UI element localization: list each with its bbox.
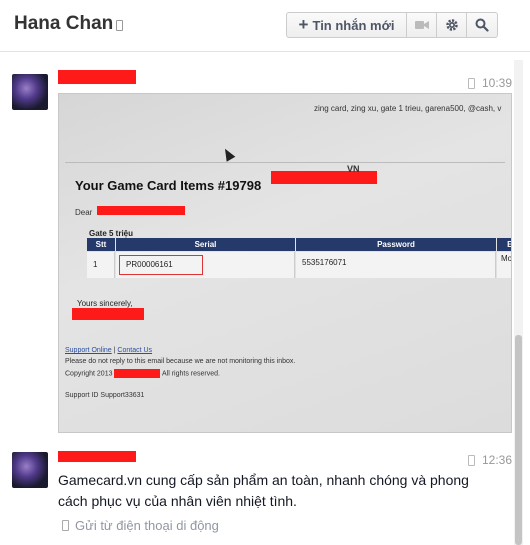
gear-icon: [445, 19, 458, 31]
scrollbar-thumb[interactable]: [515, 335, 522, 545]
mobile-phone-icon: [116, 20, 123, 31]
table-header-cell: Serial: [116, 238, 295, 251]
sent-from-mobile: Gửi từ điện thoại di động: [62, 518, 219, 533]
rights-text: All rights reserved.: [162, 370, 220, 378]
copyright-text: Copyright 2013: [65, 370, 113, 378]
avatar[interactable]: [12, 452, 48, 488]
photo-notice: Please do not reply to this email becaus…: [65, 358, 296, 365]
photo-text-top: zing card, zing xu, gate 1 trieu, garena…: [314, 104, 502, 113]
message-timestamp: 12:36: [467, 453, 512, 467]
redacted-sender-name: [58, 451, 136, 462]
header-toolbar: + Tin nhắn mới: [286, 12, 498, 38]
photo-signoff: Yours sincerely,: [77, 299, 133, 308]
table-header-cell: Password: [296, 238, 496, 251]
photo-heading: Your Game Card Items #19798: [75, 178, 262, 193]
table-cell: 1: [87, 252, 115, 278]
search-button[interactable]: [467, 13, 497, 37]
avatar[interactable]: [12, 74, 48, 110]
redaction-bar: [271, 171, 377, 184]
conversation-header: Hana Chan + Tin nhắn mới: [0, 0, 530, 52]
plus-icon: +: [298, 15, 309, 34]
video-camera-icon: [414, 21, 429, 29]
sent-from-text: Gửi từ điện thoại di động: [75, 518, 219, 533]
support-online-link: Support Online: [65, 347, 112, 354]
message-text: Gamecard.vn cung cấp sản phẩm an toàn, n…: [58, 472, 469, 509]
photo-dear: Dear: [75, 208, 93, 217]
new-message-button[interactable]: + Tin nhắn mới: [287, 13, 407, 37]
message-timestamp: 10:39: [467, 76, 512, 90]
highlighted-serial: PR00006161: [119, 255, 203, 275]
conversation-title[interactable]: Hana Chan: [14, 13, 113, 35]
photo-vn-suffix: VN: [347, 164, 360, 174]
photo-links: Support Online | Contact Us: [65, 347, 153, 354]
redaction-bar: [97, 206, 185, 215]
mobile-phone-icon: [467, 454, 475, 466]
redaction-bar: [72, 308, 144, 320]
mouse-cursor-icon: [220, 146, 236, 162]
photo-section-label: Gate 5 triệu: [89, 229, 134, 238]
table-cell: Mon, 2: [497, 252, 511, 278]
table-header-cell: Stt: [87, 238, 115, 251]
timestamp-text: 12:36: [481, 453, 512, 467]
divider: [65, 162, 505, 163]
new-message-label: Tin nhắn mới: [312, 17, 395, 33]
table-header-cell: Ex: [497, 238, 511, 251]
photo-content: zing card, zing xu, gate 1 trieu, garena…: [59, 94, 511, 432]
video-call-button[interactable]: [407, 13, 437, 37]
settings-button[interactable]: [437, 13, 467, 37]
timestamp-text: 10:39: [481, 76, 512, 90]
photo-support-id: Support ID Support33631: [65, 392, 145, 399]
mobile-phone-icon: [467, 77, 475, 89]
message-photo[interactable]: zing card, zing xu, gate 1 trieu, garena…: [58, 93, 512, 433]
redacted-sender-name: [58, 70, 136, 84]
contact-us-link: Contact Us: [117, 347, 153, 354]
photo-copyright: Copyright 2013 All rights reserved.: [65, 369, 220, 378]
redaction-bar: [114, 369, 161, 378]
mobile-phone-icon: [62, 520, 69, 531]
search-icon: [475, 18, 489, 32]
table-cell: 5535176071: [296, 252, 496, 278]
